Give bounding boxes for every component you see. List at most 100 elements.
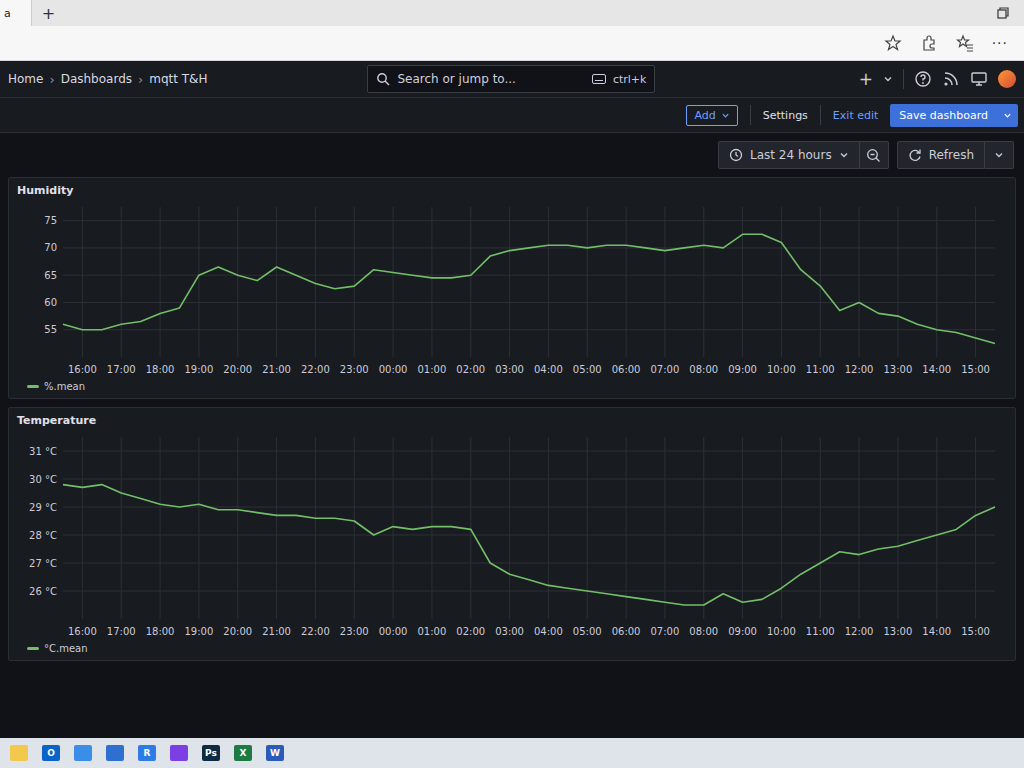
grid-line — [664, 437, 665, 619]
grid-line — [121, 437, 122, 619]
taskbar-app[interactable]: R — [138, 745, 156, 761]
refresh-interval-button[interactable] — [985, 141, 1014, 169]
keyboard-icon — [592, 74, 606, 84]
refresh-group: Refresh — [897, 141, 1014, 169]
grid-line — [237, 207, 238, 357]
taskbar-app[interactable]: O — [42, 745, 60, 761]
taskbar-app[interactable] — [106, 745, 124, 761]
x-axis-tick: 03:00 — [495, 626, 524, 637]
x-axis-tick: 01:00 — [418, 364, 447, 375]
news-feed-icon[interactable] — [942, 70, 960, 88]
x-axis-tick: 18:00 — [146, 626, 175, 637]
x-axis-tick: 20:00 — [223, 364, 252, 375]
breadcrumb-item[interactable]: Home — [8, 72, 43, 86]
exit-edit-button[interactable]: Exit edit — [833, 109, 878, 122]
grid-line — [975, 437, 976, 619]
taskbar-app[interactable]: X — [234, 745, 252, 761]
grid-line — [63, 302, 995, 303]
x-axis-tick: 02:00 — [456, 364, 485, 375]
star-icon[interactable] — [884, 34, 902, 52]
legend-label[interactable]: °C.mean — [44, 643, 88, 654]
x-axis-tick: 04:00 — [534, 364, 563, 375]
grid-line — [936, 207, 937, 357]
x-axis-tick: 05:00 — [573, 626, 602, 637]
x-axis-tick: 06:00 — [612, 364, 641, 375]
chevron-down-icon[interactable] — [883, 74, 893, 84]
zoom-out-button[interactable] — [860, 141, 889, 169]
browser-tab-title[interactable]: a — [4, 7, 11, 20]
divider — [750, 105, 751, 125]
chevron-down-icon — [721, 111, 730, 120]
new-tab-button[interactable]: + — [42, 4, 55, 23]
monitor-icon[interactable] — [970, 70, 988, 88]
time-controls: Last 24 hours Refresh — [0, 133, 1024, 177]
y-axis-tick: 60 — [44, 297, 57, 308]
x-axis-tick: 15:00 — [961, 626, 990, 637]
time-range-label[interactable]: Last 24 hours — [750, 148, 832, 162]
breadcrumb-item[interactable]: Dashboards — [61, 72, 132, 86]
save-dashboard-button[interactable]: Save dashboard — [890, 104, 1018, 127]
favorites-icon[interactable] — [956, 34, 974, 52]
breadcrumb-item[interactable]: mqtt T&H — [149, 72, 207, 86]
taskbar-app[interactable] — [74, 745, 92, 761]
divider — [820, 105, 821, 125]
user-avatar[interactable] — [998, 70, 1016, 88]
y-axis-tick: 29 °C — [29, 502, 57, 513]
grid-line — [160, 437, 161, 619]
grid-line — [936, 437, 937, 619]
grid-line — [470, 207, 471, 357]
chevron-down-icon[interactable] — [1003, 111, 1012, 120]
x-axis-tick: 14:00 — [922, 626, 951, 637]
new-button[interactable]: + — [859, 69, 873, 89]
grid-line — [393, 437, 394, 619]
series-line[interactable] — [63, 485, 995, 605]
add-label[interactable]: Add — [694, 109, 715, 122]
x-axis-tick: 08:00 — [689, 364, 718, 375]
grid-line — [63, 591, 995, 592]
x-axis-tick: 06:00 — [612, 626, 641, 637]
taskbar-app[interactable]: Ps — [202, 745, 220, 761]
taskbar-app[interactable] — [10, 745, 28, 761]
grid-line — [121, 207, 122, 357]
save-dashboard-label[interactable]: Save dashboard — [890, 104, 997, 127]
legend-swatch — [27, 385, 39, 388]
chart-panel[interactable]: Temperature26 °C27 °C28 °C29 °C30 °C31 °… — [8, 407, 1016, 661]
dashboard-panels: Humidity556065707516:0017:0018:0019:0020… — [0, 177, 1024, 661]
y-axis-tick: 28 °C — [29, 530, 57, 541]
grid-line — [975, 207, 976, 357]
series-line[interactable] — [63, 234, 995, 343]
grid-line — [431, 437, 432, 619]
browser-menu-button[interactable]: ··· — [992, 35, 1008, 51]
add-button[interactable]: Add — [686, 105, 737, 126]
grid-line — [354, 437, 355, 619]
taskbar-app[interactable] — [170, 745, 188, 761]
x-axis-tick: 13:00 — [884, 364, 913, 375]
x-axis-tick: 20:00 — [223, 626, 252, 637]
grid-line — [781, 437, 782, 619]
extensions-icon[interactable] — [920, 34, 938, 52]
help-icon[interactable] — [914, 70, 932, 88]
search-field[interactable]: Search or jump to...ctrl+k — [367, 65, 655, 93]
zoom-out-icon — [866, 148, 881, 163]
browser-tab[interactable]: a — [0, 0, 32, 26]
refresh-icon — [908, 148, 922, 162]
restore-icon[interactable] — [996, 6, 1010, 20]
grid-line — [63, 329, 995, 330]
legend-label[interactable]: %.mean — [44, 381, 85, 392]
x-axis-tick: 22:00 — [301, 364, 330, 375]
time-range-picker[interactable]: Last 24 hours — [718, 141, 860, 169]
search-icon — [376, 72, 390, 86]
refresh-button[interactable]: Refresh — [897, 141, 985, 169]
refresh-label[interactable]: Refresh — [929, 148, 974, 162]
divider — [903, 69, 904, 89]
panel-title[interactable]: Temperature — [17, 408, 1007, 429]
chart-panel[interactable]: Humidity556065707516:0017:0018:0019:0020… — [8, 177, 1016, 399]
grid-line — [626, 207, 627, 357]
grid-line — [742, 437, 743, 619]
panel-title[interactable]: Humidity — [17, 178, 1007, 199]
y-axis-tick: 31 °C — [29, 446, 57, 457]
settings-button[interactable]: Settings — [763, 109, 808, 122]
grid-line — [276, 437, 277, 619]
grid-line — [548, 207, 549, 357]
taskbar-app[interactable]: W — [266, 745, 284, 761]
